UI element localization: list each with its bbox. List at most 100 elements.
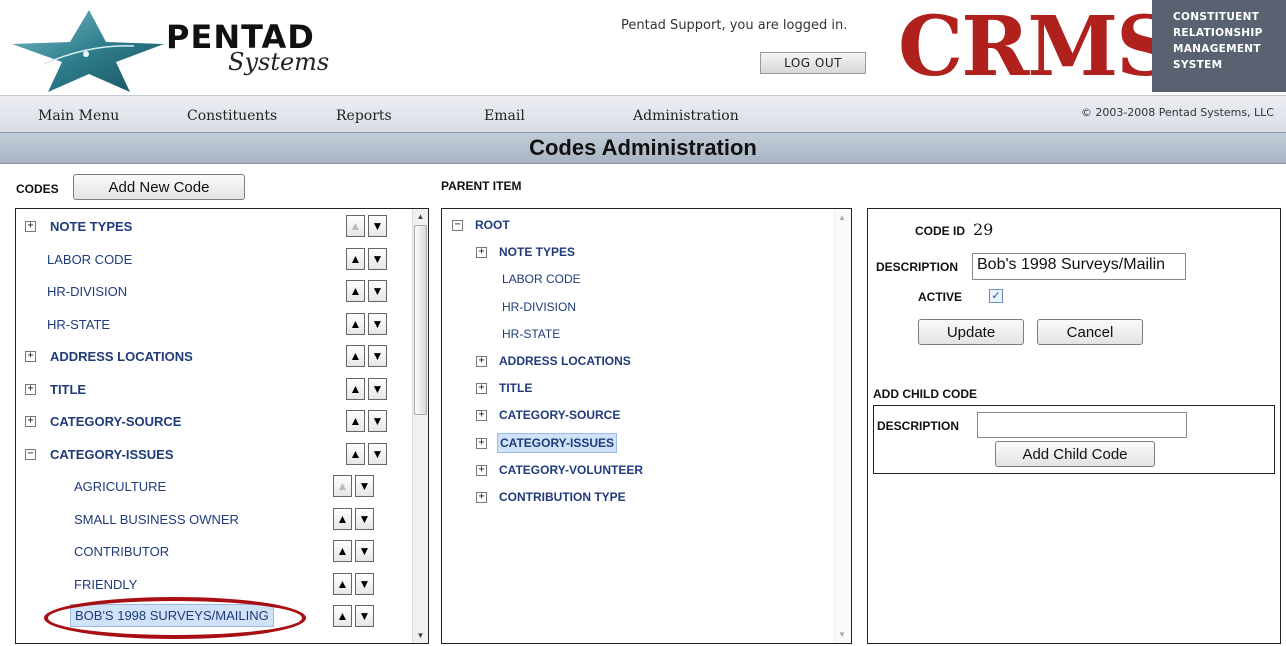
- collapse-icon[interactable]: −: [452, 220, 463, 231]
- code-row[interactable]: FRIENDLY ▲ ▼: [16, 570, 414, 600]
- expand-icon[interactable]: +: [25, 383, 36, 395]
- code-label[interactable]: CONTRIBUTOR: [74, 544, 169, 559]
- move-down-icon[interactable]: ▼: [355, 605, 374, 627]
- parent-label[interactable]: HR-DIVISION: [502, 300, 576, 314]
- add-child-code-button[interactable]: Add Child Code: [995, 441, 1155, 467]
- code-row[interactable]: HR-STATE ▲ ▼: [16, 310, 414, 340]
- code-label[interactable]: TITLE: [50, 382, 86, 397]
- scroll-down-icon[interactable]: ▼: [413, 628, 428, 643]
- code-label[interactable]: CATEGORY-SOURCE: [50, 414, 181, 429]
- expand-icon[interactable]: +: [476, 492, 487, 503]
- scroll-down-icon[interactable]: ▼: [838, 630, 846, 639]
- code-row[interactable]: SMALL BUSINESS OWNER ▲ ▼: [16, 505, 414, 535]
- parent-label[interactable]: CATEGORY-SOURCE: [499, 408, 620, 422]
- move-down-icon[interactable]: ▼: [368, 345, 387, 367]
- move-down-icon[interactable]: ▼: [355, 572, 374, 595]
- parent-label[interactable]: CATEGORY-VOLUNTEER: [499, 463, 643, 477]
- code-row[interactable]: + NOTE TYPES ▲ ▼: [16, 212, 414, 242]
- code-label[interactable]: SMALL BUSINESS OWNER: [74, 512, 239, 527]
- expand-icon[interactable]: +: [476, 356, 487, 367]
- move-up-icon[interactable]: ▲: [333, 540, 352, 562]
- move-up-icon[interactable]: ▲: [346, 280, 365, 302]
- expand-icon[interactable]: +: [476, 410, 487, 422]
- scroll-thumb[interactable]: [414, 225, 427, 415]
- move-down-icon[interactable]: ▼: [368, 377, 387, 400]
- expand-icon[interactable]: +: [25, 221, 36, 232]
- expand-icon[interactable]: +: [476, 383, 487, 395]
- code-row[interactable]: − CATEGORY-ISSUES ▲ ▼: [16, 440, 414, 470]
- description-input[interactable]: Bob's 1998 Surveys/Mailin: [972, 253, 1186, 280]
- cancel-button[interactable]: Cancel: [1037, 319, 1143, 345]
- parent-label[interactable]: HR-STATE: [502, 327, 560, 341]
- parent-label[interactable]: LABOR CODE: [502, 272, 581, 286]
- code-row[interactable]: + CATEGORY-SOURCE ▲ ▼: [16, 407, 414, 437]
- child-description-input[interactable]: [977, 412, 1187, 438]
- code-row[interactable]: LABOR CODE ▲ ▼: [16, 245, 414, 275]
- expand-icon[interactable]: +: [476, 464, 487, 476]
- collapse-icon[interactable]: −: [25, 448, 36, 460]
- scroll-up-icon[interactable]: ▲: [413, 209, 428, 224]
- move-up-icon[interactable]: ▲: [333, 475, 352, 497]
- parent-scrollbar[interactable]: ▲ ▼: [834, 209, 851, 643]
- move-up-icon[interactable]: ▲: [346, 345, 365, 367]
- code-label[interactable]: HR-DIVISION: [47, 284, 127, 299]
- add-child-code-heading: ADD CHILD CODE: [873, 387, 977, 401]
- nav-administration[interactable]: Administration: [633, 108, 739, 124]
- code-label[interactable]: ADDRESS LOCATIONS: [50, 349, 193, 364]
- move-up-icon[interactable]: ▲: [346, 247, 365, 270]
- code-row[interactable]: AGRICULTURE ▲ ▼: [16, 472, 414, 502]
- scroll-up-icon[interactable]: ▲: [838, 213, 846, 222]
- move-up-icon[interactable]: ▲: [346, 410, 365, 432]
- code-label[interactable]: LABOR CODE: [47, 252, 132, 267]
- move-down-icon[interactable]: ▼: [368, 280, 387, 302]
- code-row[interactable]: HR-DIVISION ▲ ▼: [16, 277, 414, 307]
- move-down-icon[interactable]: ▼: [355, 475, 374, 497]
- codes-label: CODES: [16, 182, 59, 196]
- move-down-icon[interactable]: ▼: [355, 540, 374, 562]
- nav-constituents[interactable]: Constituents: [187, 108, 277, 124]
- parent-label[interactable]: NOTE TYPES: [499, 245, 575, 259]
- nav-reports[interactable]: Reports: [336, 108, 392, 124]
- move-up-icon[interactable]: ▲: [346, 312, 365, 335]
- codes-scrollbar[interactable]: ▲ ▼: [412, 209, 428, 643]
- expand-icon[interactable]: +: [476, 247, 487, 259]
- nav-email[interactable]: Email: [484, 108, 525, 124]
- parent-label[interactable]: TITLE: [499, 381, 532, 395]
- code-row[interactable]: + TITLE ▲ ▼: [16, 375, 414, 405]
- move-up-icon[interactable]: ▲: [333, 507, 352, 530]
- move-up-icon[interactable]: ▲: [346, 377, 365, 400]
- nav-main-menu[interactable]: Main Menu: [38, 108, 119, 124]
- logout-button[interactable]: LOG OUT: [760, 52, 866, 74]
- move-down-icon[interactable]: ▼: [368, 215, 387, 237]
- code-row[interactable]: + ADDRESS LOCATIONS ▲ ▼: [16, 342, 414, 372]
- code-label[interactable]: CATEGORY-ISSUES: [50, 447, 174, 462]
- move-down-icon[interactable]: ▼: [355, 507, 374, 530]
- code-label[interactable]: AGRICULTURE: [74, 479, 166, 494]
- code-label[interactable]: NOTE TYPES: [50, 219, 132, 234]
- move-up-icon[interactable]: ▲: [346, 442, 365, 465]
- active-checkbox[interactable]: ✓: [989, 289, 1003, 303]
- pentad-star-logo-icon: [12, 10, 164, 92]
- parent-label[interactable]: CATEGORY-ISSUES: [497, 432, 618, 453]
- move-up-icon[interactable]: ▲: [346, 215, 365, 237]
- expand-icon[interactable]: +: [25, 351, 36, 362]
- codes-tree[interactable]: + NOTE TYPES ▲ ▼ LABOR CODE ▲ ▼ HR-DIVISION ▲ ▼ HR…: [15, 208, 429, 644]
- move-down-icon[interactable]: ▼: [368, 312, 387, 335]
- parent-label[interactable]: ADDRESS LOCATIONS: [499, 354, 631, 368]
- add-new-code-button[interactable]: Add New Code: [73, 174, 245, 200]
- code-label[interactable]: FRIENDLY: [74, 577, 137, 592]
- move-down-icon[interactable]: ▼: [368, 247, 387, 270]
- expand-icon[interactable]: +: [25, 416, 36, 427]
- move-down-icon[interactable]: ▼: [368, 442, 387, 465]
- code-row[interactable]: CONTRIBUTOR ▲ ▼: [16, 537, 414, 567]
- move-down-icon[interactable]: ▼: [368, 410, 387, 432]
- parent-label[interactable]: ROOT: [475, 218, 510, 232]
- move-up-icon[interactable]: ▲: [333, 605, 352, 627]
- parent-item-tree[interactable]: − ROOT + NOTE TYPES LABOR CODE HR-DIVISION HR-…: [441, 208, 852, 644]
- move-up-icon[interactable]: ▲: [333, 572, 352, 595]
- parent-label[interactable]: CONTRIBUTION TYPE: [499, 490, 626, 504]
- code-label[interactable]: HR-STATE: [47, 317, 110, 332]
- main-nav: Main Menu Constituents Reports Email Adm…: [0, 95, 1286, 132]
- update-button[interactable]: Update: [918, 319, 1024, 345]
- expand-icon[interactable]: +: [476, 437, 487, 449]
